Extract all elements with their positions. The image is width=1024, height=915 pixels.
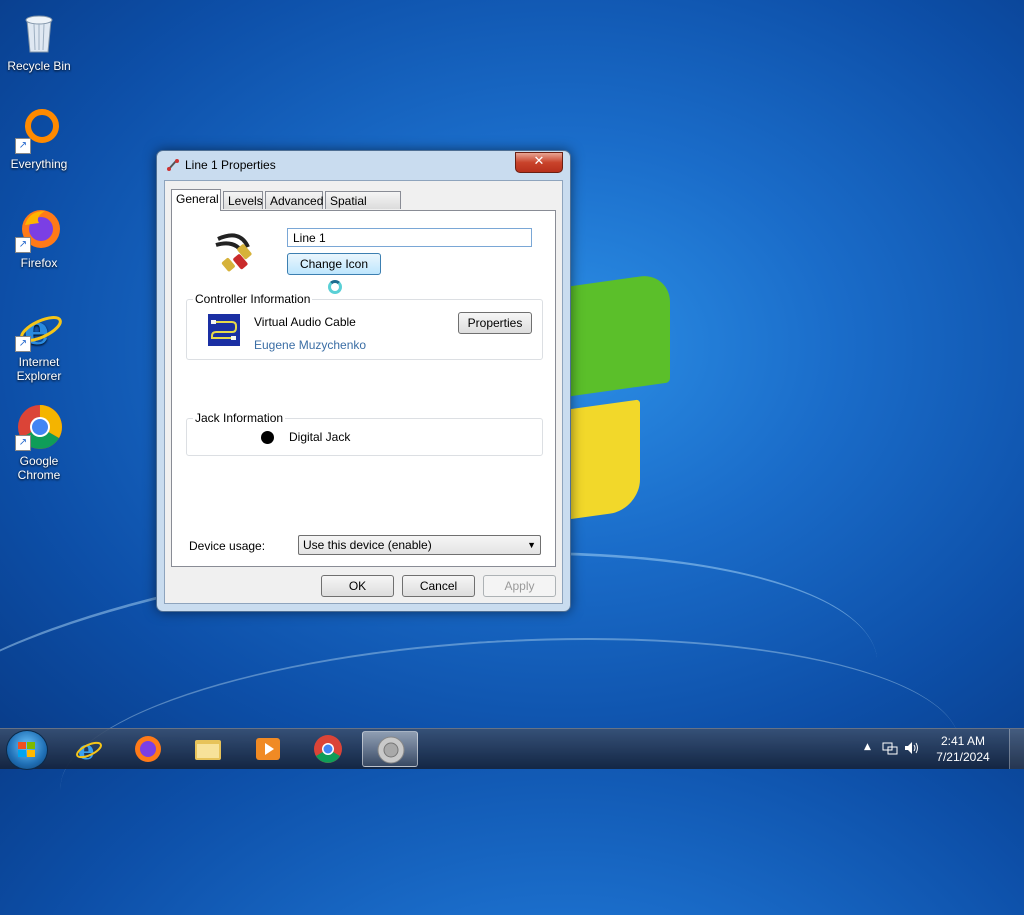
desktop-icon-label: Recycle Bin <box>7 59 71 73</box>
busy-cursor-icon <box>328 280 342 294</box>
volume-icon[interactable] <box>904 740 920 756</box>
everything-icon: ↗ <box>15 106 63 154</box>
desktop-icon-label: Google Chrome <box>17 454 61 482</box>
start-button[interactable] <box>6 730 48 770</box>
shortcut-arrow-icon: ↗ <box>15 237 31 253</box>
shortcut-arrow-icon: ↗ <box>15 435 31 451</box>
dialog-title: Line 1 Properties <box>185 158 276 172</box>
system-tray: ▲ 2:41 AM 7/21/2024 <box>854 729 1024 769</box>
recycle-bin-icon <box>15 8 63 56</box>
ok-button[interactable]: OK <box>321 575 394 597</box>
speaker-icon <box>377 736 405 764</box>
chrome-icon: ↗ <box>15 403 63 451</box>
controller-information-title: Controller Information <box>193 292 313 306</box>
media-player-icon <box>256 738 280 760</box>
desktop-icon-firefox[interactable]: ↗ Firefox <box>1 205 77 270</box>
taskbar: e ▲ 2:41 AM 7/21/2024 <box>0 728 1024 770</box>
controller-name: Virtual Audio Cable <box>254 315 356 329</box>
taskbar-media-player[interactable] <box>240 731 296 767</box>
general-tab-panel: Change Icon Controller Information Virtu… <box>171 210 556 567</box>
device-usage-select[interactable]: Use this device (enable) ▼ <box>298 535 541 555</box>
taskbar-file-explorer[interactable] <box>180 731 236 767</box>
dialog-client-area: General Levels Advanced Spatial sound Ch… <box>164 180 563 604</box>
rca-cable-icon <box>215 233 252 272</box>
chevron-down-icon: ▼ <box>527 540 536 550</box>
taskbar-sound-settings[interactable] <box>362 731 418 767</box>
cancel-button[interactable]: Cancel <box>402 575 475 597</box>
windows-flag-icon <box>18 742 35 757</box>
clock[interactable]: 2:41 AM 7/21/2024 <box>928 733 998 765</box>
desktop-icon-label: Firefox <box>20 256 58 270</box>
firefox-icon <box>135 736 161 762</box>
clock-date: 7/21/2024 <box>936 750 990 764</box>
desktop-icon-recycle-bin[interactable]: Recycle Bin <box>1 8 77 73</box>
tab-general[interactable]: General <box>171 189 221 211</box>
taskbar-firefox[interactable] <box>120 731 176 767</box>
internet-explorer-icon: e ↗ <box>15 304 63 354</box>
device-name-input[interactable] <box>287 228 532 247</box>
tab-levels[interactable]: Levels <box>223 191 263 209</box>
controller-properties-button[interactable]: Properties <box>458 312 532 334</box>
desktop-icon-label: Everything <box>10 157 68 171</box>
speaker-cable-icon <box>167 159 179 171</box>
windows-logo-wallpaper <box>560 272 680 530</box>
show-desktop-button[interactable] <box>1009 729 1024 769</box>
title-bar[interactable]: Line 1 Properties ✕ <box>157 151 570 179</box>
show-hidden-icons-chevron-icon[interactable]: ▲ <box>864 742 871 752</box>
shortcut-arrow-icon: ↗ <box>15 336 31 352</box>
jack-color-dot-icon <box>261 431 274 444</box>
taskbar-internet-explorer[interactable]: e <box>60 731 116 767</box>
device-usage-label: Device usage: <box>189 539 266 553</box>
close-button[interactable]: ✕ <box>515 152 563 173</box>
file-explorer-icon <box>195 740 221 760</box>
clock-time: 2:41 AM <box>940 734 986 748</box>
desktop-icon-google-chrome[interactable]: ↗ Google Chrome <box>1 403 77 482</box>
firefox-icon: ↗ <box>15 205 63 253</box>
virtual-audio-cable-icon <box>208 314 240 346</box>
controller-information-group: Controller Information Virtual Audio Cab… <box>186 292 543 360</box>
network-icon[interactable] <box>882 740 898 756</box>
jack-information-title: Jack Information <box>193 411 286 425</box>
taskbar-chrome[interactable] <box>300 731 356 767</box>
change-icon-button[interactable]: Change Icon <box>287 253 381 275</box>
tab-spatial-sound[interactable]: Spatial sound <box>325 191 401 226</box>
jack-information-group: Jack Information Digital Jack <box>186 411 543 456</box>
desktop-icon-everything[interactable]: ↗ Everything <box>1 106 77 171</box>
jack-name: Digital Jack <box>289 430 351 444</box>
device-usage-selected: Use this device (enable) <box>303 538 432 552</box>
line-1-properties-dialog: Line 1 Properties ✕ General Levels Advan… <box>156 150 571 612</box>
desktop-icon-internet-explorer[interactable]: e ↗ Internet Explorer <box>1 304 77 383</box>
controller-vendor: Eugene Muzychenko <box>254 338 367 352</box>
tab-advanced[interactable]: Advanced <box>265 191 323 209</box>
shortcut-arrow-icon: ↗ <box>15 138 31 154</box>
chrome-icon <box>314 735 342 763</box>
apply-button[interactable]: Apply <box>483 575 556 597</box>
desktop-icon-label: Internet Explorer <box>16 355 62 383</box>
internet-explorer-icon: e <box>76 736 102 764</box>
